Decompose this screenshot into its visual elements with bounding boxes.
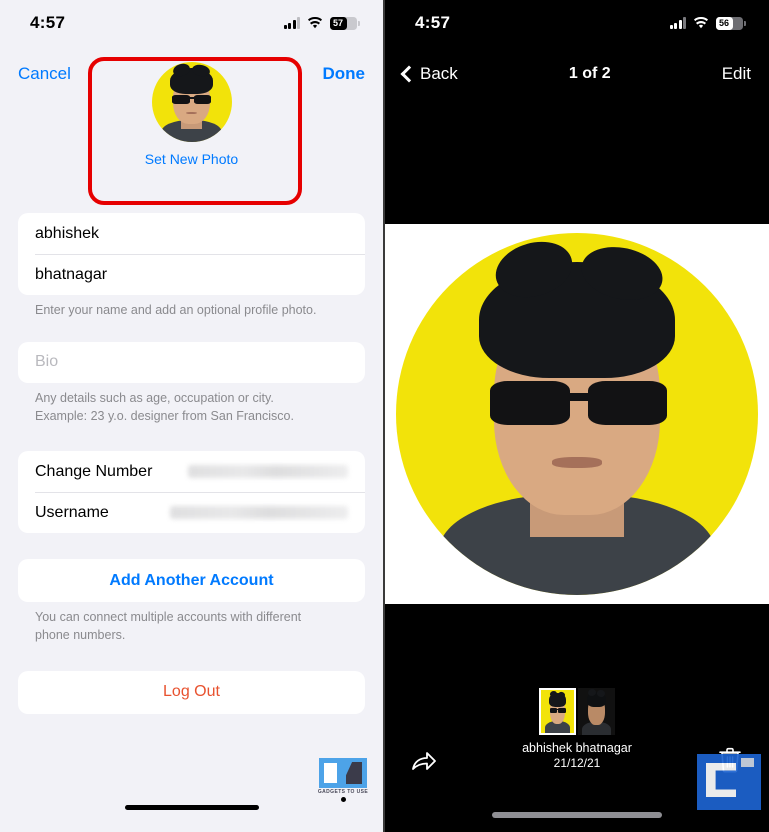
left-form-area: abhishek bhatnagar Enter your name and a… bbox=[0, 213, 383, 714]
name-hint: Enter your name and add an optional prof… bbox=[35, 303, 317, 317]
bio-card: Bio bbox=[18, 341, 365, 383]
status-bar-left: 4:57 57 bbox=[0, 0, 383, 46]
left-phone-screen: 4:57 57 Cancel Done Set New Photo abhish… bbox=[0, 0, 385, 832]
bio-input[interactable]: Bio bbox=[18, 342, 365, 383]
account-card: Change Number Username bbox=[18, 451, 365, 534]
portrait-artwork-thumb bbox=[541, 690, 574, 733]
change-number-label: Change Number bbox=[35, 462, 153, 480]
status-time: 4:57 bbox=[30, 13, 66, 32]
home-indicator-right[interactable] bbox=[492, 812, 662, 818]
add-account-hint-line1: You can connect multiple accounts with d… bbox=[35, 610, 302, 625]
photo-counter: 1 of 2 bbox=[568, 65, 611, 82]
change-number-value-redacted bbox=[188, 465, 348, 479]
cellular-bars-icon bbox=[283, 17, 300, 29]
battery-icon: 56 bbox=[716, 16, 746, 30]
cellular-bars-icon bbox=[669, 17, 686, 29]
last-name-input[interactable]: bhatnagar bbox=[18, 254, 365, 295]
change-number-row[interactable]: Change Number bbox=[18, 451, 365, 492]
share-arrow-icon[interactable] bbox=[407, 745, 441, 775]
wifi-icon bbox=[308, 17, 322, 29]
photo-viewer[interactable] bbox=[385, 224, 769, 604]
dual-screenshot-container: 4:57 57 Cancel Done Set New Photo abhish… bbox=[0, 0, 769, 832]
status-indicators: 57 bbox=[283, 16, 360, 30]
profile-photo-large[interactable] bbox=[396, 233, 758, 595]
wifi-icon bbox=[694, 17, 708, 29]
right-nav-bar: Back 1 of 2 Edit bbox=[385, 46, 769, 102]
avatar-block[interactable]: Set New Photo bbox=[0, 62, 383, 167]
watermark-dot bbox=[340, 797, 346, 802]
name-card: abhishek bhatnagar bbox=[18, 213, 365, 295]
first-name-input[interactable]: abhishek bbox=[18, 213, 365, 254]
portrait-artwork-large bbox=[396, 233, 758, 595]
gadgets-to-use-watermark: GADGETS TO USE bbox=[317, 758, 369, 802]
lingrui-logo-icon bbox=[697, 754, 761, 810]
username-row[interactable]: Username bbox=[18, 492, 365, 533]
back-label: Back bbox=[420, 64, 458, 83]
gadgets-to-use-logo-icon bbox=[319, 758, 367, 788]
add-another-account-button[interactable]: Add Another Account bbox=[18, 559, 365, 602]
home-indicator-left[interactable] bbox=[124, 805, 259, 810]
chevron-left-icon bbox=[400, 65, 418, 83]
status-bar-right: 4:57 56 bbox=[385, 0, 769, 46]
status-time-right: 4:57 bbox=[415, 13, 451, 32]
thumbnail-list bbox=[539, 688, 615, 735]
right-phone-screen: 4:57 56 Back 1 of 2 Edit abhishek bhatna… bbox=[385, 0, 769, 832]
bio-hint-line2: Example: 23 y.o. designer from San Franc… bbox=[35, 408, 294, 423]
battery-percent: 57 bbox=[333, 17, 344, 28]
profile-photo[interactable] bbox=[151, 62, 232, 142]
add-account-card[interactable]: Add Another Account bbox=[18, 559, 365, 603]
add-account-hint-line2: phone numbers. bbox=[35, 628, 126, 642]
gadgets-to-use-label: GADGETS TO USE bbox=[317, 789, 369, 795]
edit-button[interactable]: Edit bbox=[722, 64, 751, 84]
battery-icon: 57 bbox=[330, 16, 360, 30]
back-button[interactable]: Back bbox=[400, 64, 458, 84]
thumbnail-1[interactable] bbox=[539, 688, 576, 735]
thumbnail-2[interactable] bbox=[578, 688, 615, 735]
bio-hint-line1: Any details such as age, occupation or c… bbox=[35, 390, 274, 405]
logout-card[interactable]: Log Out bbox=[18, 670, 365, 714]
portrait-artwork bbox=[152, 62, 232, 142]
set-new-photo-button[interactable]: Set New Photo bbox=[145, 151, 238, 167]
status-indicators-right: 56 bbox=[669, 16, 746, 30]
username-value-redacted bbox=[170, 506, 348, 520]
username-label: Username bbox=[35, 503, 109, 521]
log-out-button[interactable]: Log Out bbox=[18, 671, 365, 714]
battery-percent-right: 56 bbox=[719, 17, 730, 28]
portrait-artwork-thumb-2 bbox=[578, 688, 615, 735]
